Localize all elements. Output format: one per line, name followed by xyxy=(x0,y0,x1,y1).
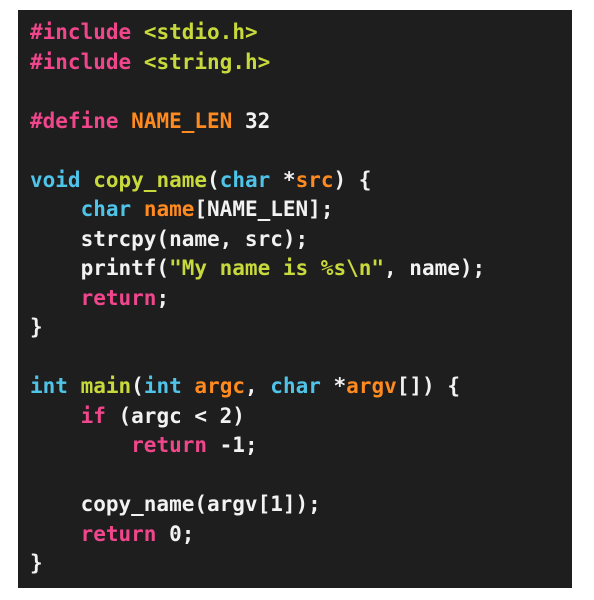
code-line: } xyxy=(30,549,564,579)
code-token: ) { xyxy=(333,167,372,192)
code-line: #define NAME_LEN 32 xyxy=(30,107,564,137)
code-token: char xyxy=(270,374,321,398)
code-token: char xyxy=(80,197,132,221)
code-line: return -1; xyxy=(30,431,564,461)
code-token: return xyxy=(80,285,157,310)
code-token: 32 xyxy=(232,108,271,133)
code-token: (argc < 2) xyxy=(105,403,245,428)
code-token: strcpy(name, src); xyxy=(30,226,309,251)
code-token: [NAME_LEN]; xyxy=(194,197,334,221)
code-token: argc xyxy=(194,374,245,398)
code-token: return xyxy=(80,521,157,546)
code-line: char name[NAME_LEN]; xyxy=(30,195,564,225)
code-token: void xyxy=(30,167,81,192)
code-token: } xyxy=(30,551,43,575)
code-line: copy_name(argv[1]); xyxy=(30,490,564,520)
code-line: if (argc < 2) xyxy=(30,402,564,432)
code-token: #include xyxy=(30,20,132,44)
code-token: main xyxy=(80,374,132,398)
code-token: <string.h> xyxy=(143,49,271,74)
code-token: name xyxy=(143,197,195,221)
code-token: ( xyxy=(131,374,144,398)
code-block: #include <stdio.h> #include <string.h> #d… xyxy=(30,18,564,579)
code-token: <stdio.h> xyxy=(143,20,258,44)
code-token: * xyxy=(320,374,347,398)
code-editor: #include <stdio.h> #include <string.h> #d… xyxy=(18,10,572,588)
code-line: void copy_name(char *src) { xyxy=(30,166,564,196)
code-token: int xyxy=(30,374,68,398)
code-token: "My name is %s\n" xyxy=(169,256,385,280)
code-token: char xyxy=(219,167,271,192)
code-token: argv xyxy=(346,374,397,398)
code-line: } xyxy=(30,313,564,343)
code-token: NAME_LEN xyxy=(131,108,233,133)
code-line: #include <stdio.h> xyxy=(30,18,564,48)
code-token: #include xyxy=(30,49,132,74)
code-token: int xyxy=(143,374,182,398)
code-token: , xyxy=(245,374,271,398)
code-token: if xyxy=(80,403,106,428)
code-token: copy_name xyxy=(93,167,208,192)
code-token: 0; xyxy=(156,521,195,546)
code-token: -1; xyxy=(207,433,258,457)
code-token: ( xyxy=(207,167,220,192)
code-token: src xyxy=(295,167,334,192)
code-line: return 0; xyxy=(30,520,564,550)
code-token: , name); xyxy=(384,256,486,280)
code-token: []) { xyxy=(396,374,460,398)
code-line: strcpy(name, src); xyxy=(30,225,564,255)
code-token: #define xyxy=(30,108,119,133)
code-token: printf( xyxy=(30,256,170,280)
code-line: printf("My name is %s\n", name); xyxy=(30,254,564,284)
code-line: #include <string.h> xyxy=(30,48,564,78)
code-token: copy_name(argv[1]); xyxy=(30,492,321,516)
code-token: ; xyxy=(156,285,170,310)
code-line: return; xyxy=(30,284,564,314)
code-token: } xyxy=(30,315,43,339)
code-token: return xyxy=(131,433,208,457)
code-token: * xyxy=(270,167,296,192)
code-line: int main(int argc, char *argv[]) { xyxy=(30,372,564,402)
